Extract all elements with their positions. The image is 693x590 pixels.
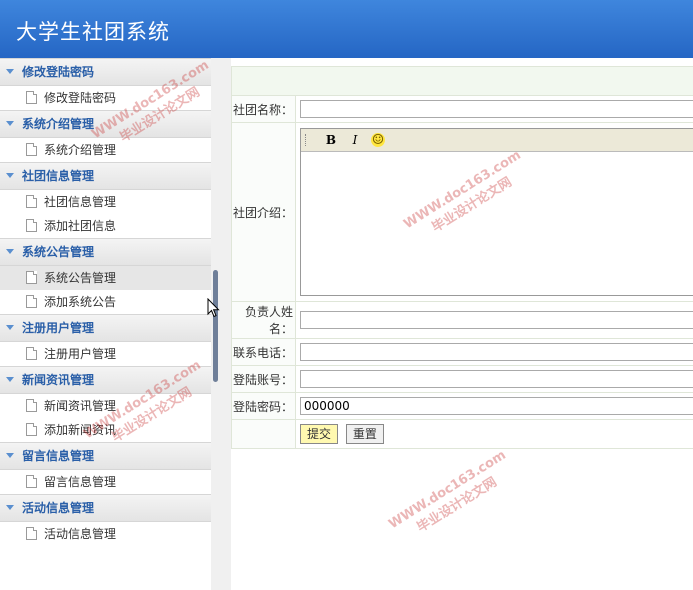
- chevron-down-icon: [6, 453, 14, 458]
- menu-item-change-password[interactable]: 修改登陆密码: [0, 86, 211, 110]
- menu-item-add-announcement[interactable]: 添加系统公告: [0, 290, 211, 314]
- form-row-account: 登陆账号：: [231, 365, 693, 393]
- menu-group-label: 新闻资讯管理: [22, 373, 95, 387]
- editor-toolbar: B I ☺: [301, 129, 693, 152]
- reset-button[interactable]: 重置: [345, 424, 384, 444]
- page-icon: [26, 219, 37, 232]
- page-icon: [26, 143, 37, 156]
- menu-group-label: 活动信息管理: [22, 501, 95, 515]
- form-row-leader: 负责人姓名：: [231, 301, 693, 339]
- club-name-label: 社团名称：: [231, 95, 296, 123]
- chevron-down-icon: [6, 121, 14, 126]
- page-icon: [26, 295, 37, 308]
- menu-item-label: 修改登陆密码: [44, 91, 117, 105]
- club-intro-label: 社团介绍：: [231, 122, 296, 302]
- page-icon: [26, 195, 37, 208]
- menu-item-label: 添加社团信息: [44, 219, 117, 233]
- menu-group-label: 系统介绍管理: [22, 117, 95, 131]
- menu-item-messages[interactable]: 留言信息管理: [0, 470, 211, 494]
- menu-group-label: 系统公告管理: [22, 245, 95, 259]
- bold-button[interactable]: B: [323, 132, 339, 148]
- phone-input[interactable]: [300, 343, 693, 361]
- menu-group-users[interactable]: 注册用户管理: [0, 314, 211, 342]
- rich-text-editor[interactable]: B I ☺: [300, 128, 693, 296]
- chevron-down-icon: [6, 69, 14, 74]
- form-row-actions: 提交 重置: [231, 419, 693, 449]
- page-icon: [26, 347, 37, 360]
- leader-label: 负责人姓名：: [231, 301, 296, 339]
- main-content: 社团名称： 社团介绍： B I ☺ 负责人姓名： 联系电话： 登陆账号： 登陆密…: [231, 58, 693, 590]
- club-name-input[interactable]: [300, 100, 693, 118]
- menu-group-messages[interactable]: 留言信息管理: [0, 442, 211, 470]
- page-icon: [26, 399, 37, 412]
- menu-group-announcement[interactable]: 系统公告管理: [0, 238, 211, 266]
- menu-item-news[interactable]: 新闻资讯管理: [0, 394, 211, 418]
- page-icon: [26, 527, 37, 540]
- app-title: 大学生社团系统: [16, 20, 170, 44]
- page-icon: [26, 423, 37, 436]
- page-icon: [26, 271, 37, 284]
- page-icon: [26, 475, 37, 488]
- menu-item-users[interactable]: 注册用户管理: [0, 342, 211, 366]
- menu-item-label: 添加新闻资讯: [44, 423, 117, 437]
- chevron-down-icon: [6, 377, 14, 382]
- menu-group-activities[interactable]: 活动信息管理: [0, 494, 211, 522]
- emoji-icon[interactable]: ☺: [371, 133, 385, 147]
- menu-item-label: 活动信息管理: [44, 527, 117, 541]
- form-row-club-intro: 社团介绍： B I ☺: [231, 122, 693, 302]
- form-header-row: [231, 66, 693, 96]
- menu-item-label: 留言信息管理: [44, 475, 117, 489]
- menu-item-label: 系统公告管理: [44, 271, 117, 285]
- form-row-phone: 联系电话：: [231, 338, 693, 366]
- menu-group-news[interactable]: 新闻资讯管理: [0, 366, 211, 394]
- chevron-down-icon: [6, 505, 14, 510]
- menu-item-add-news[interactable]: 添加新闻资讯: [0, 418, 211, 442]
- phone-label: 联系电话：: [231, 338, 296, 366]
- app-header: 大学生社团系统: [0, 0, 693, 58]
- menu-item-label: 社团信息管理: [44, 195, 117, 209]
- menu-item-club-info[interactable]: 社团信息管理: [0, 190, 211, 214]
- club-form: 社团名称： 社团介绍： B I ☺ 负责人姓名： 联系电话： 登陆账号： 登陆密…: [231, 66, 693, 449]
- toolbar-grip: [305, 134, 309, 146]
- sidebar-scrollbar[interactable]: [213, 270, 218, 382]
- menu-item-label: 注册用户管理: [44, 347, 117, 361]
- menu-item-activities[interactable]: 活动信息管理: [0, 522, 211, 546]
- italic-button[interactable]: I: [347, 132, 363, 148]
- menu-group-system-intro[interactable]: 系统介绍管理: [0, 110, 211, 138]
- chevron-down-icon: [6, 249, 14, 254]
- account-input[interactable]: [300, 370, 693, 388]
- chevron-down-icon: [6, 173, 14, 178]
- menu-group-label: 注册用户管理: [22, 321, 95, 335]
- menu-item-label: 系统介绍管理: [44, 143, 117, 157]
- page-icon: [26, 91, 37, 104]
- menu-item-announcement[interactable]: 系统公告管理: [0, 266, 211, 290]
- sidebar-menu: 修改登陆密码 修改登陆密码 系统介绍管理 系统介绍管理 社团信息管理 社团信息管…: [0, 58, 212, 590]
- menu-item-system-intro[interactable]: 系统介绍管理: [0, 138, 211, 162]
- menu-group-label: 留言信息管理: [22, 449, 95, 463]
- form-row-password: 登陆密码：: [231, 392, 693, 420]
- chevron-down-icon: [6, 325, 14, 330]
- password-label: 登陆密码：: [231, 392, 296, 420]
- password-input[interactable]: [300, 397, 693, 415]
- mouse-cursor-icon: [207, 298, 220, 318]
- form-row-club-name: 社团名称：: [231, 95, 693, 123]
- menu-group-club-info[interactable]: 社团信息管理: [0, 162, 211, 190]
- menu-group-password[interactable]: 修改登陆密码: [0, 58, 211, 86]
- menu-group-label: 修改登陆密码: [22, 65, 95, 79]
- leader-input[interactable]: [300, 311, 693, 329]
- menu-item-label: 新闻资讯管理: [44, 399, 117, 413]
- submit-button[interactable]: 提交: [300, 424, 339, 444]
- menu-group-label: 社团信息管理: [22, 169, 95, 183]
- menu-item-label: 添加系统公告: [44, 295, 117, 309]
- account-label: 登陆账号：: [231, 365, 296, 393]
- menu-item-add-club[interactable]: 添加社团信息: [0, 214, 211, 238]
